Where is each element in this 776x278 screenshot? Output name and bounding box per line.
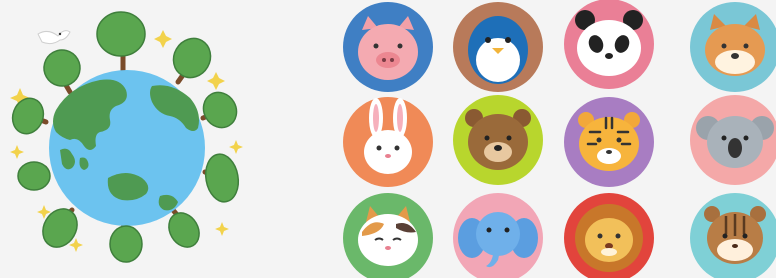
- elephant-icon[interactable]: [453, 193, 543, 278]
- penguin-icon[interactable]: [453, 2, 543, 92]
- earth-illustration: [10, 11, 243, 263]
- lion-icon[interactable]: [564, 193, 654, 278]
- chipmunk-icon[interactable]: [690, 193, 776, 278]
- calico-cat-icon[interactable]: [343, 193, 433, 278]
- pig-icon[interactable]: [343, 2, 433, 92]
- tiger-icon[interactable]: [564, 97, 654, 187]
- rabbit-icon[interactable]: [343, 97, 433, 187]
- koala-icon[interactable]: [690, 95, 776, 185]
- bear-icon[interactable]: [453, 95, 543, 185]
- dove-icon: [37, 30, 71, 45]
- shiba-dog-icon[interactable]: [690, 2, 776, 92]
- illustration-canvas: [0, 0, 776, 278]
- animal-icon-grid: [343, 0, 776, 278]
- panda-icon[interactable]: [564, 0, 654, 89]
